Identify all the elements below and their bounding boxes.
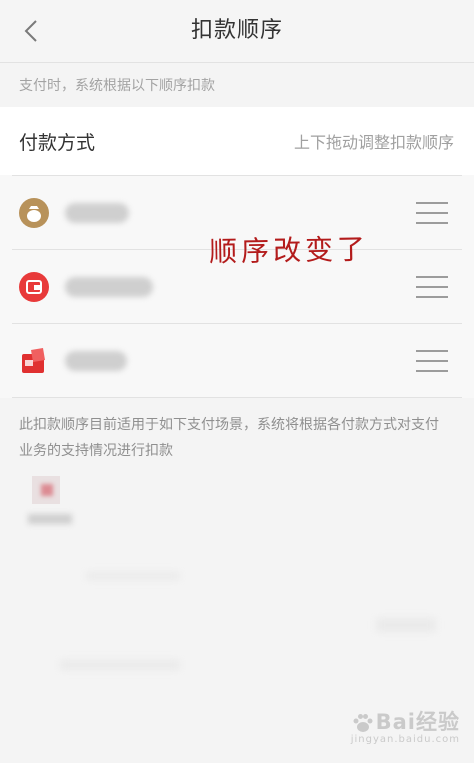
drag-handle-icon[interactable] xyxy=(416,350,448,372)
payment-scene-description: 此扣款顺序目前适用于如下支付场景，系统将根据各付款方式对支付业务的支持情况进行扣… xyxy=(19,417,439,459)
payment-scene-item[interactable] xyxy=(22,470,78,538)
payment-method-name-blurred xyxy=(65,350,127,371)
scene-app-icon xyxy=(32,476,60,504)
payment-method-row[interactable] xyxy=(12,323,462,398)
red-card-icon xyxy=(22,347,45,373)
watermark-main-text: Bai经验 xyxy=(375,710,460,734)
money-bag-icon xyxy=(19,197,49,228)
faded-background-text xyxy=(60,660,180,670)
baidu-jingyan-watermark: Bai经验 jingyan.baidu.com xyxy=(350,706,460,745)
payment-method-name-blurred xyxy=(65,276,153,297)
handwritten-annotation: 顺序改变了 xyxy=(208,232,370,269)
payment-methods-label: 付款方式 xyxy=(19,131,96,154)
drag-reorder-hint: 上下拖动调整扣款顺序 xyxy=(293,133,454,152)
payment-method-name-blurred xyxy=(65,202,129,223)
drag-handle-icon[interactable] xyxy=(416,276,448,298)
watermark-url: jingyan.baidu.com xyxy=(350,734,460,745)
faded-background-text xyxy=(86,572,180,580)
payment-methods-header: 付款方式 上下拖动调整扣款顺序 xyxy=(0,107,474,175)
payment-order-hint: 支付时，系统根据以下顺序扣款 xyxy=(19,78,215,94)
scene-label-blurred xyxy=(28,514,72,524)
drag-handle-icon[interactable] xyxy=(416,202,448,224)
payment-method-list xyxy=(0,175,474,398)
page-title: 扣款顺序 xyxy=(190,18,283,43)
navigation-bar: 扣款顺序 xyxy=(0,0,474,63)
paw-logo-icon xyxy=(353,714,373,732)
wallet-card-icon xyxy=(19,271,49,302)
faded-background-text xyxy=(376,618,436,632)
